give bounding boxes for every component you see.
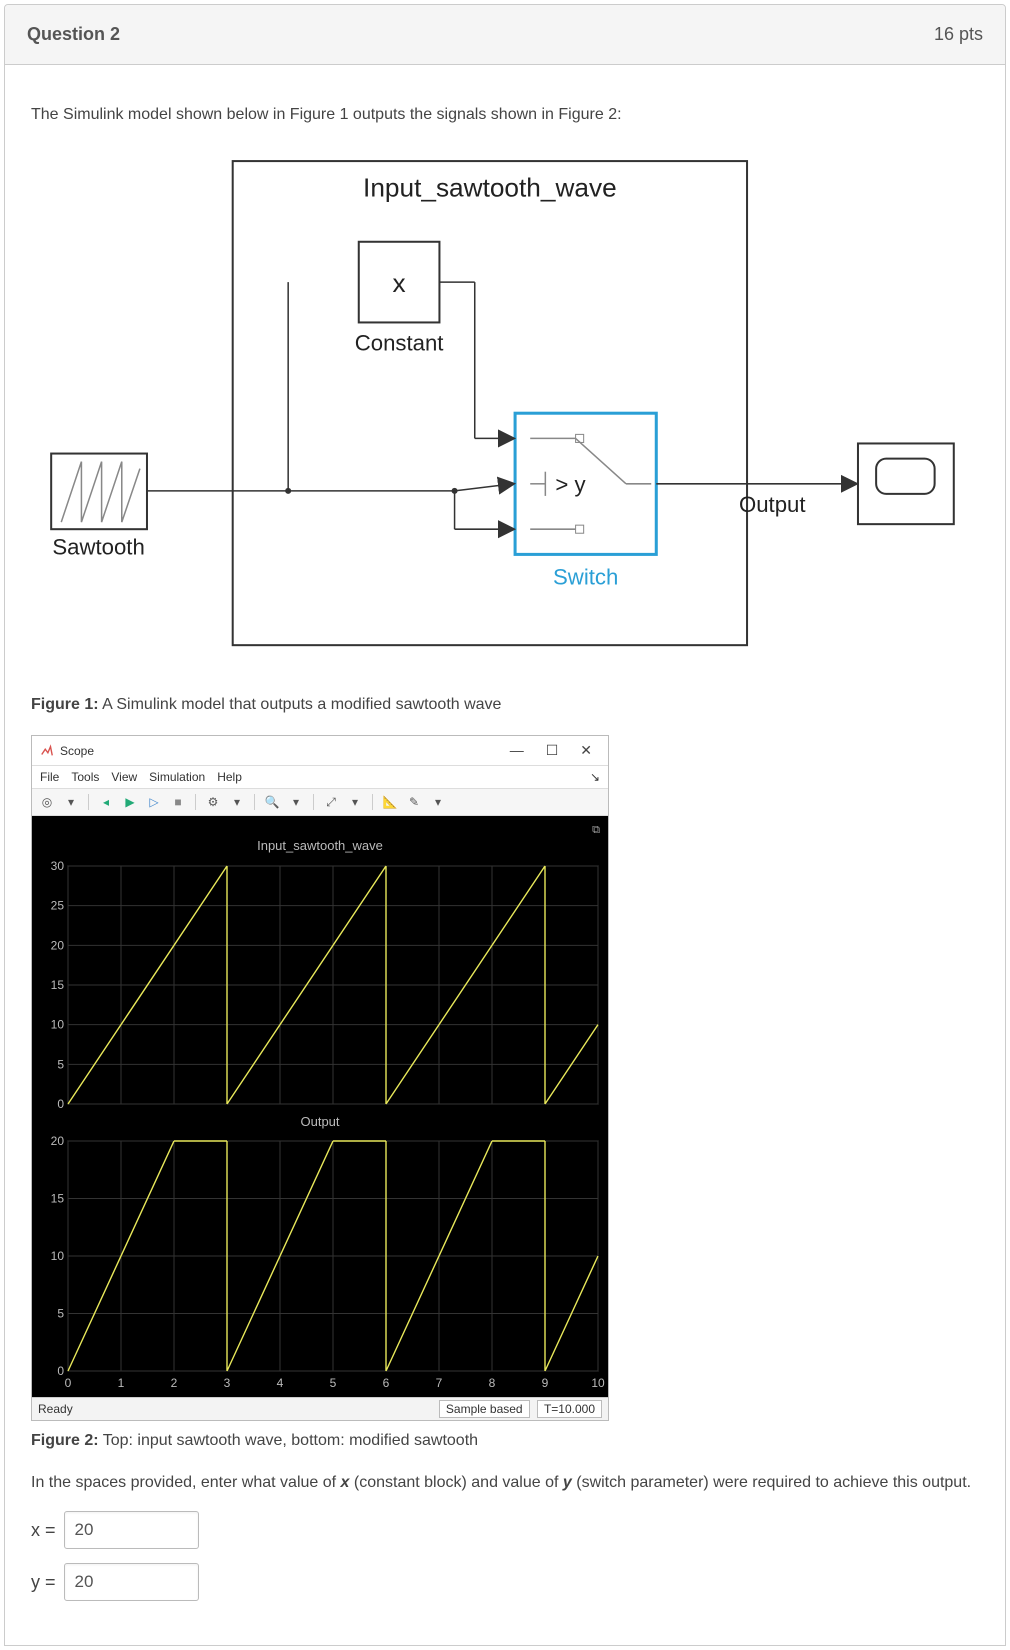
diagram-title: Input_sawtooth_wave: [363, 172, 617, 202]
scope-title: Scope: [60, 742, 94, 760]
svg-text:20: 20: [51, 1135, 65, 1148]
scope-block: [858, 443, 954, 524]
question-card: Question 2 16 pts The Simulink model sho…: [4, 4, 1006, 1646]
scope-menubar: File Tools View Simulation Help ↘: [32, 766, 608, 789]
svg-text:Sawtooth: Sawtooth: [52, 534, 144, 559]
settings-icon[interactable]: ⚙: [204, 793, 222, 811]
scope-toolbar: ◎▾ ◂ ▶ ▷ ■ ⚙▾ 🔍▾ ⤢▾ 📐 ✎▾: [32, 789, 608, 816]
svg-text:6: 6: [383, 1376, 390, 1390]
svg-text:5: 5: [57, 1307, 64, 1321]
answer-y-row: y =: [31, 1563, 979, 1601]
svg-text:9: 9: [542, 1376, 549, 1390]
scope-plots: ⧉ Input_sawtooth_wave 051015202530 Outpu…: [32, 816, 608, 1397]
question-body: The Simulink model shown below in Figure…: [5, 65, 1005, 1645]
svg-text:5: 5: [330, 1376, 337, 1390]
menu-help[interactable]: Help: [217, 768, 242, 786]
matlab-logo-icon: [40, 744, 54, 758]
svg-text:20: 20: [51, 938, 65, 952]
stop-icon[interactable]: ■: [169, 793, 187, 811]
svg-text:10: 10: [51, 1249, 65, 1263]
svg-text:30: 30: [51, 860, 65, 873]
x-input[interactable]: [64, 1511, 199, 1549]
prompt-text: The Simulink model shown below in Figure…: [31, 103, 979, 127]
svg-text:0: 0: [65, 1376, 72, 1390]
status-ready: Ready: [38, 1400, 73, 1418]
figure1-caption: Figure 1: A Simulink model that outputs …: [31, 693, 979, 717]
instruction-text: In the spaces provided, enter what value…: [31, 1471, 979, 1495]
play-icon[interactable]: ▶: [121, 793, 139, 811]
status-time: T=10.000: [537, 1400, 602, 1418]
svg-text:Output: Output: [739, 492, 806, 517]
question-title: Question 2: [27, 21, 120, 48]
svg-text:10: 10: [51, 1018, 65, 1032]
svg-text:4: 4: [277, 1376, 284, 1390]
target-icon[interactable]: ◎: [38, 793, 56, 811]
minimize-icon[interactable]: —: [502, 740, 532, 761]
menu-tools[interactable]: Tools: [71, 768, 99, 786]
diagram-svg: Input_sawtooth_wave Sawtooth x Constant: [31, 151, 979, 675]
svg-text:0: 0: [57, 1364, 64, 1378]
svg-text:7: 7: [436, 1376, 443, 1390]
close-icon[interactable]: ✕: [572, 740, 600, 761]
svg-text:3: 3: [224, 1376, 231, 1390]
figure2-caption: Figure 2: Top: input sawtooth wave, bott…: [31, 1429, 979, 1453]
simulink-diagram: Input_sawtooth_wave Sawtooth x Constant: [31, 151, 979, 683]
menu-file[interactable]: File: [40, 768, 59, 786]
step-forward-icon[interactable]: ▷: [145, 793, 163, 811]
measure-icon[interactable]: 📐: [381, 793, 399, 811]
scope-window: Scope — ☐ ✕ File Tools View Simulation H…: [31, 735, 609, 1421]
y-input[interactable]: [64, 1563, 199, 1601]
sawtooth-block: Sawtooth: [51, 454, 147, 560]
chart-output: 0 5 10 15 20 0 1 2 3 4 5 6 7 8 9 10: [36, 1135, 606, 1395]
svg-text:8: 8: [489, 1376, 496, 1390]
svg-text:0: 0: [57, 1097, 64, 1110]
zoom-icon[interactable]: 🔍: [263, 793, 281, 811]
scope-statusbar: Ready Sample based T=10.000: [32, 1397, 608, 1420]
pin-icon[interactable]: ↘: [590, 768, 600, 786]
question-points: 16 pts: [934, 21, 983, 48]
svg-text:> y: > y: [555, 472, 586, 497]
svg-text:1: 1: [118, 1376, 125, 1390]
status-sample: Sample based: [439, 1400, 530, 1418]
menu-view[interactable]: View: [111, 768, 137, 786]
plot-title-top: Input_sawtooth_wave: [36, 834, 604, 860]
constant-block: x Constant: [355, 242, 444, 356]
plot-title-bottom: Output: [36, 1110, 604, 1136]
svg-text:2: 2: [171, 1376, 178, 1390]
maximize-icon[interactable]: ☐: [538, 740, 567, 761]
popout-icon[interactable]: ⧉: [592, 824, 604, 836]
svg-text:15: 15: [51, 1192, 65, 1206]
switch-block: > y Switch: [515, 413, 656, 589]
svg-text:5: 5: [57, 1057, 64, 1071]
menu-simulation[interactable]: Simulation: [149, 768, 205, 786]
svg-text:Constant: Constant: [355, 331, 444, 356]
svg-text:25: 25: [51, 899, 65, 913]
x-label: x =: [31, 1517, 56, 1544]
highlight-icon[interactable]: ✎: [405, 793, 423, 811]
svg-text:10: 10: [591, 1376, 605, 1390]
question-header: Question 2 16 pts: [5, 5, 1005, 65]
y-label: y =: [31, 1569, 56, 1596]
answer-x-row: x =: [31, 1511, 979, 1549]
chart-input-sawtooth: 0 5 10 15 20 25 30: [36, 860, 606, 1110]
step-back-icon[interactable]: ◂: [97, 793, 115, 811]
svg-text:x: x: [393, 268, 406, 298]
scope-titlebar: Scope — ☐ ✕: [32, 736, 608, 766]
svg-text:15: 15: [51, 978, 65, 992]
svg-text:Switch: Switch: [553, 565, 618, 590]
autoscale-icon[interactable]: ⤢: [322, 793, 340, 811]
